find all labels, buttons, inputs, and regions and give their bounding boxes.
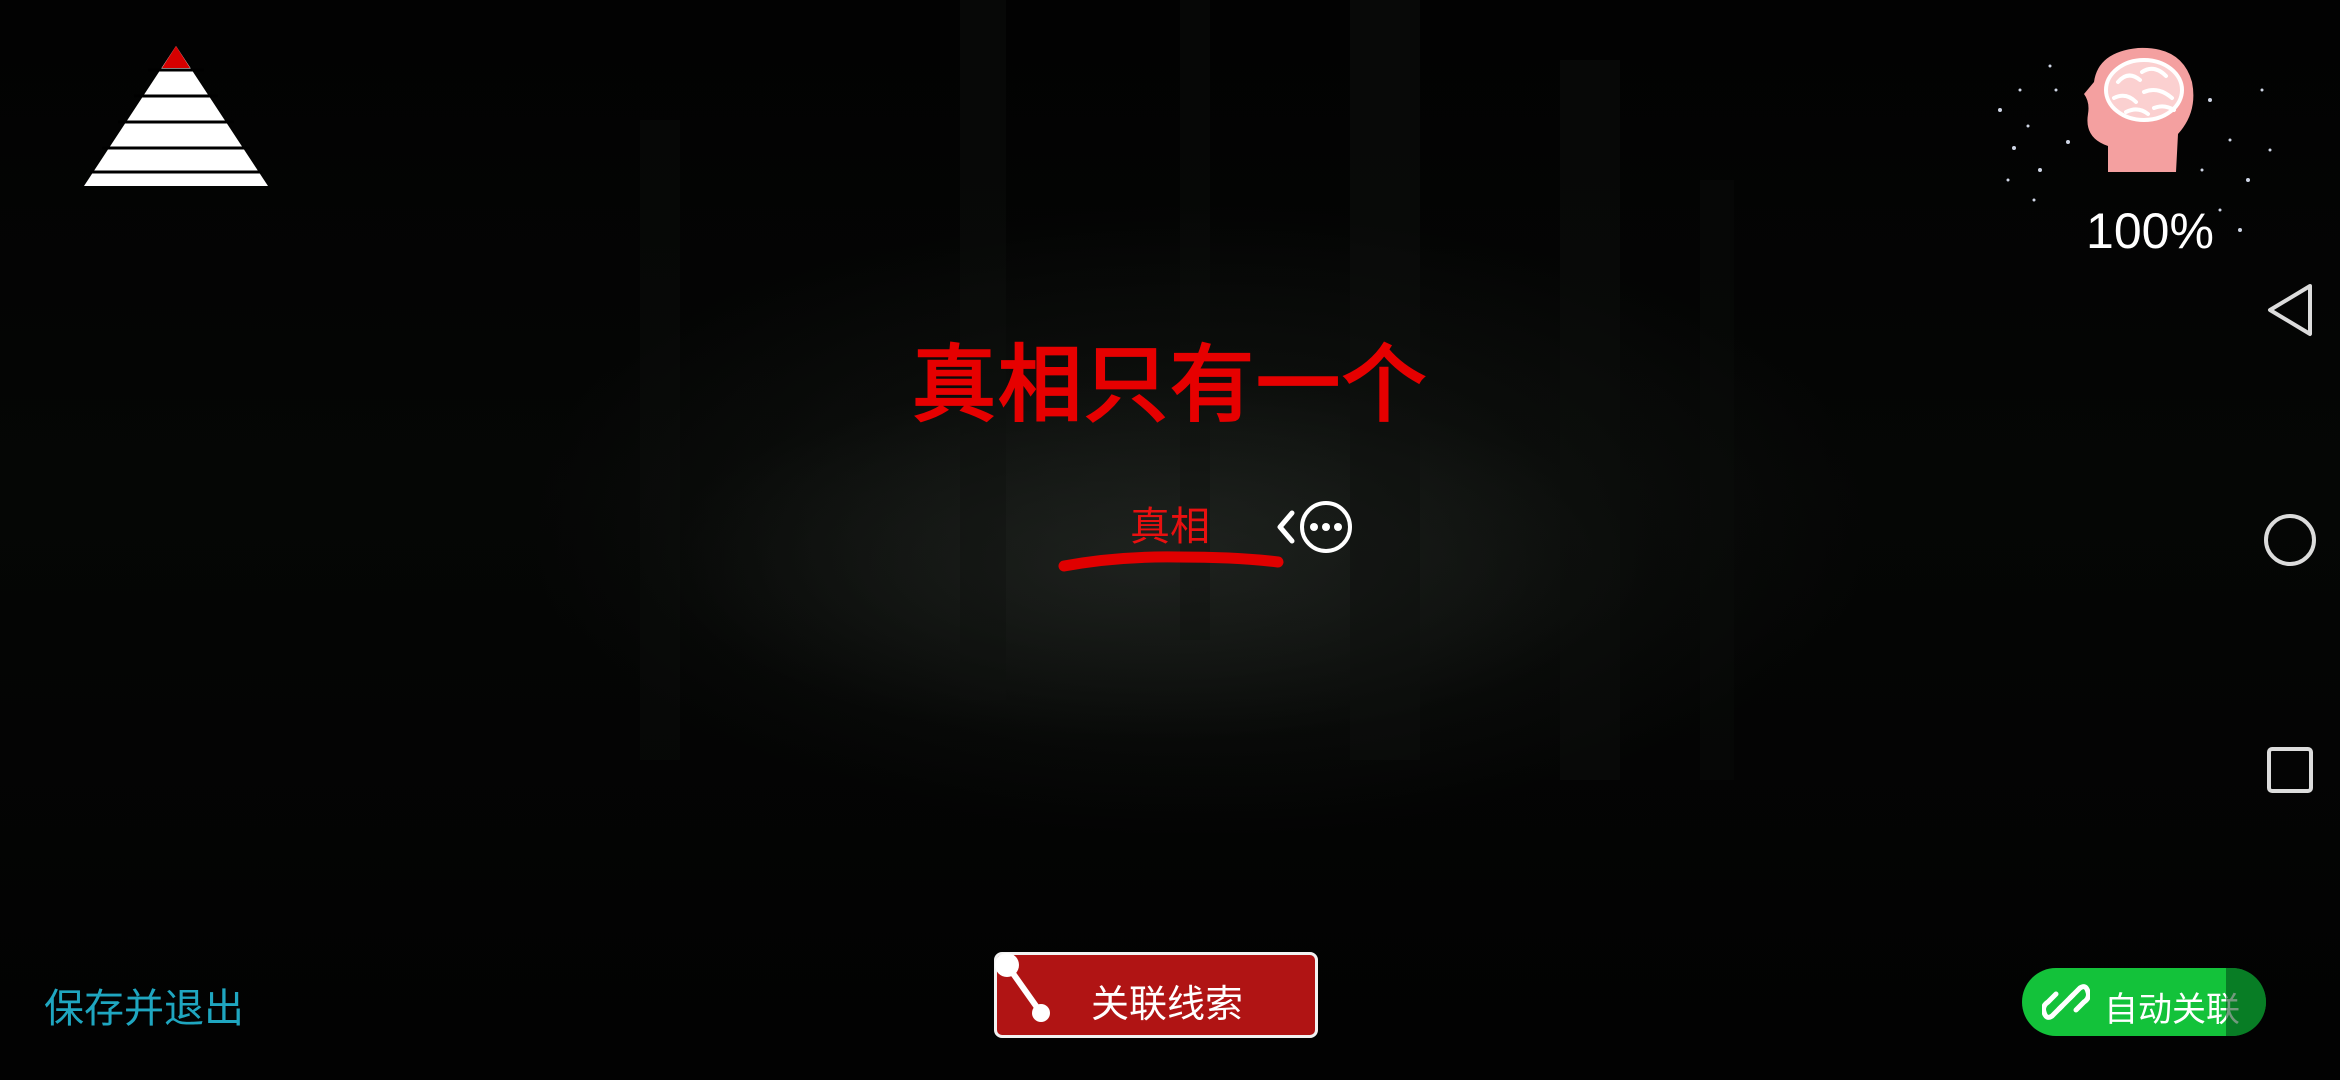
circle-home-icon xyxy=(2264,514,2316,566)
link-clues-button[interactable]: 关联线索 xyxy=(994,952,1318,1038)
more-dots-icon xyxy=(1277,501,1352,553)
nav-back-button[interactable] xyxy=(2262,282,2318,338)
sanity-indicator: 100% xyxy=(1980,30,2280,280)
tree-trunk xyxy=(1560,60,1620,780)
sanity-percent: 100% xyxy=(2086,203,2214,259)
link-node-icon xyxy=(995,953,1050,1022)
auto-link-label: 自动关联 xyxy=(2104,990,2240,1030)
chain-link-icon xyxy=(2042,984,2090,1020)
tree-trunk xyxy=(1700,180,1734,780)
puzzle-headline: 真相只有一个 xyxy=(911,336,1428,434)
clue-keyword[interactable]: 真相 xyxy=(1110,494,1230,552)
square-recent-icon xyxy=(2267,747,2313,793)
brain-head-icon xyxy=(2084,47,2194,172)
clue-options-button[interactable] xyxy=(1272,499,1360,555)
link-clues-label: 关联线索 xyxy=(1091,982,1244,1026)
nav-recent-button[interactable] xyxy=(2262,742,2318,798)
auto-link-button[interactable]: 自动关联 xyxy=(2022,968,2266,1036)
button-shade xyxy=(2226,968,2266,1036)
nav-home-button[interactable] xyxy=(2262,512,2318,568)
tree-trunk xyxy=(640,120,680,760)
pyramid-menu-button[interactable] xyxy=(82,44,270,189)
pyramid-icon xyxy=(84,46,268,186)
save-and-exit-button[interactable]: 保存并退出 xyxy=(44,976,244,1034)
system-nav-bar xyxy=(2240,0,2340,1080)
triangle-back-icon xyxy=(2268,284,2312,336)
brush-underline xyxy=(1058,551,1284,572)
